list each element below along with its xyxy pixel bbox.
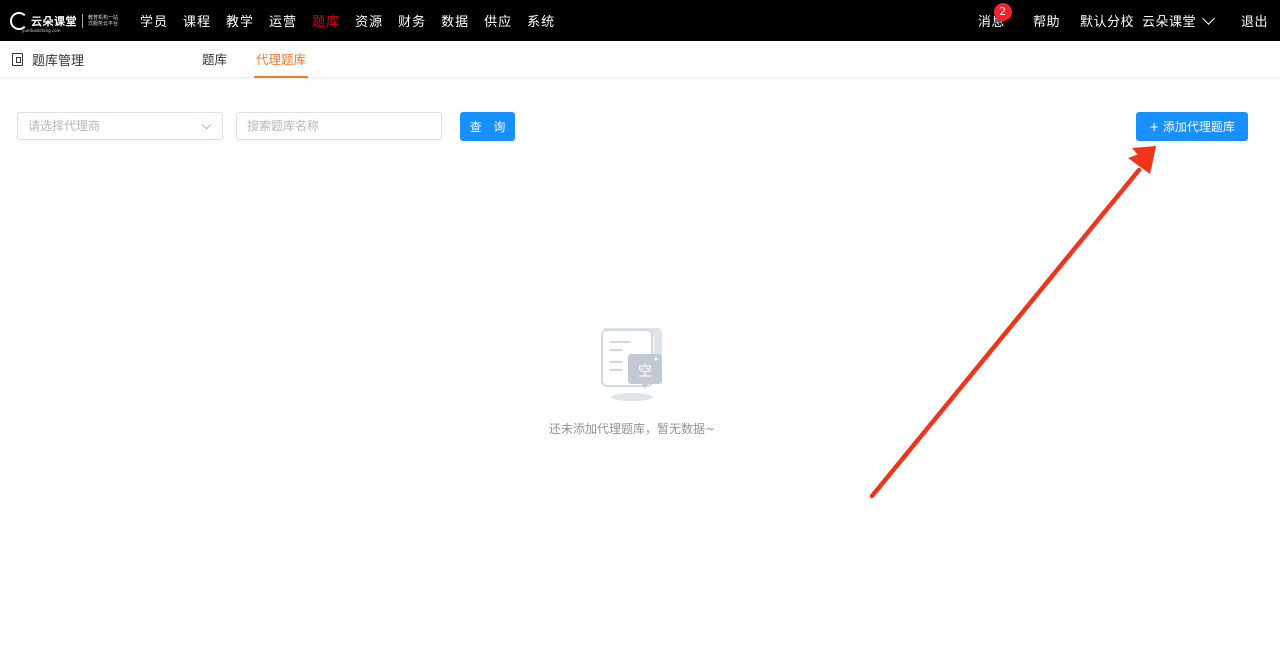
- top-right-menu: 消息 2 帮助 默认分校 云朵课堂 退出: [978, 0, 1280, 41]
- tab-question-bank[interactable]: 题库: [202, 41, 227, 78]
- nav-item-operations[interactable]: 运营: [269, 11, 297, 30]
- red-arrow-annotation: [869, 146, 1156, 499]
- search-input[interactable]: [236, 112, 442, 140]
- help-link[interactable]: 帮助: [1033, 11, 1060, 30]
- add-agent-question-bank-button[interactable]: + 添加代理题库: [1136, 112, 1248, 141]
- chevron-down-icon: [201, 119, 212, 130]
- main-nav: 学员 课程 教学 运营 题库 资源 财务 数据 供应 系统: [140, 11, 570, 30]
- cloud-logo-icon: [10, 11, 28, 30]
- nav-item-courses[interactable]: 课程: [183, 11, 211, 30]
- query-button[interactable]: 查 询: [460, 112, 515, 141]
- logout-link[interactable]: 退出: [1241, 11, 1268, 30]
- nav-item-system[interactable]: 系统: [527, 11, 555, 30]
- logo-slogan: 教育机构一站 式服务云平台: [88, 15, 118, 27]
- logo[interactable]: 云朵课堂 教育机构一站 式服务云平台 yunduoketang.com: [10, 0, 120, 41]
- message-count-badge: 2: [993, 3, 1012, 21]
- user-name: 云朵课堂: [1141, 15, 1196, 30]
- nav-item-students[interactable]: 学员: [140, 11, 168, 30]
- book-icon: [12, 53, 23, 66]
- tab-agent-question-bank[interactable]: 代理题库: [254, 41, 309, 78]
- nav-item-teaching[interactable]: 教学: [226, 11, 254, 30]
- user-menu[interactable]: 云朵课堂: [1141, 11, 1215, 30]
- nav-item-finance[interactable]: 财务: [398, 11, 426, 30]
- empty-document-icon: 空: [601, 328, 662, 401]
- agent-select[interactable]: 请选择代理商: [17, 112, 223, 140]
- logo-name: 云朵课堂: [31, 14, 77, 28]
- logo-divider: [82, 13, 83, 28]
- nav-item-supply[interactable]: 供应: [484, 11, 512, 30]
- branch-switcher[interactable]: 默认分校: [1080, 11, 1134, 30]
- messages-link[interactable]: 消息 2: [978, 3, 1012, 30]
- agent-select-placeholder: 请选择代理商: [28, 119, 101, 133]
- nav-item-data[interactable]: 数据: [441, 11, 469, 30]
- nav-item-question-bank[interactable]: 题库: [312, 11, 340, 30]
- logo-slogan-line2: 式服务云平台: [88, 20, 119, 27]
- module-title: 题库管理: [32, 54, 85, 69]
- top-navigation-bar: 云朵课堂 教育机构一站 式服务云平台 yunduoketang.com 学员 课…: [0, 0, 1280, 41]
- module-title-group: 题库管理: [12, 41, 84, 78]
- empty-icon-label: 空: [638, 364, 652, 380]
- logo-url: yunduoketang.com: [22, 28, 61, 33]
- nav-item-resources[interactable]: 资源: [355, 11, 383, 30]
- module-header: 题库管理 题库 代理题库: [0, 41, 1280, 78]
- chevron-down-icon: [1202, 11, 1215, 25]
